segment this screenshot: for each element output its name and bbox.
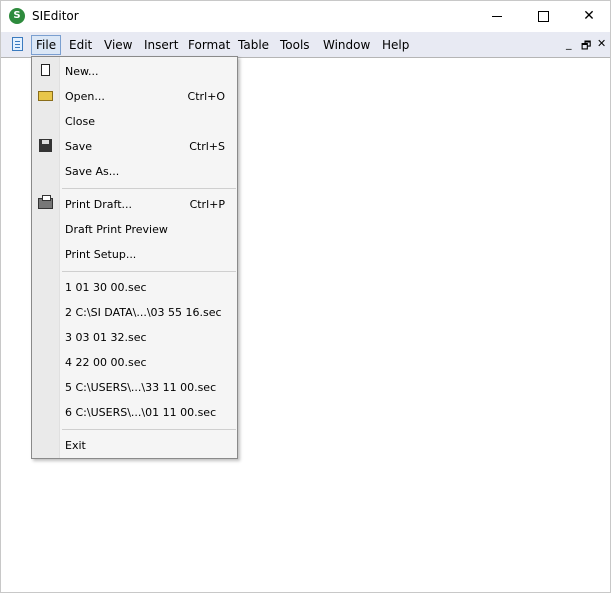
menu-item-label: Open... <box>65 90 105 103</box>
menu-table[interactable]: Table <box>234 35 273 55</box>
menu-item-label: Close <box>65 115 95 128</box>
app-logo-icon: S <box>9 8 25 24</box>
mdi-minimize-icon[interactable]: _ <box>566 37 572 50</box>
document-icon[interactable] <box>12 37 23 51</box>
menu-item-print-draft[interactable]: Print Draft... Ctrl+P <box>32 192 237 217</box>
menu-item-recent-file-2[interactable]: 2 C:\SI DATA\...\03 55 16.sec <box>32 300 237 325</box>
menu-item-recent-file-5[interactable]: 5 C:\USERS\...\33 11 00.sec <box>32 375 237 400</box>
menu-item-label: Save <box>65 140 93 153</box>
close-button[interactable]: ✕ <box>566 1 611 31</box>
title-bar[interactable]: S SIEditor ✕ <box>1 1 610 31</box>
menu-item-print-setup[interactable]: Print Setup... <box>32 242 237 267</box>
save-disk-icon <box>39 139 52 152</box>
menu-item-recent-file-6[interactable]: 6 C:\USERS\...\01 11 00.sec <box>32 400 237 425</box>
app-window: S SIEditor ✕ File Edit View Insert Forma… <box>0 0 611 593</box>
new-document-icon <box>41 64 50 76</box>
menu-item-save-as[interactable]: Save As... <box>32 159 237 184</box>
menu-tools[interactable]: Tools <box>276 35 314 55</box>
menu-item-label: 2 C:\SI DATA\...\03 55 16.sec <box>65 306 222 319</box>
maximize-button[interactable] <box>520 1 566 31</box>
menu-item-label: 3 03 01 32.sec <box>65 331 147 344</box>
menu-separator <box>62 188 236 189</box>
menu-item-label: New... <box>65 65 99 78</box>
menu-item-label: 5 C:\USERS\...\33 11 00.sec <box>65 381 217 394</box>
menu-window[interactable]: Window <box>319 35 374 55</box>
minimize-button[interactable] <box>474 1 520 31</box>
mdi-restore-icon[interactable]: 🗗 <box>581 37 591 56</box>
menu-item-save[interactable]: Save Ctrl+S <box>32 134 237 159</box>
menu-item-close[interactable]: Close <box>32 109 237 134</box>
menu-item-new[interactable]: New... <box>32 59 237 84</box>
menu-item-exit[interactable]: Exit <box>32 433 237 458</box>
menu-edit[interactable]: Edit <box>65 35 96 55</box>
menu-item-label: Exit <box>65 439 86 452</box>
maximize-icon <box>537 10 549 22</box>
menu-format[interactable]: Format <box>184 35 234 55</box>
menu-item-label: Print Draft... <box>65 198 133 211</box>
menu-item-open[interactable]: Open... Ctrl+O <box>32 84 237 109</box>
menu-item-label: Draft Print Preview <box>65 223 168 236</box>
menu-item-label: Print Setup... <box>65 248 137 261</box>
menu-separator <box>62 429 236 430</box>
menu-item-recent-file-4[interactable]: 4 22 00 00.sec <box>32 350 237 375</box>
menu-separator <box>62 271 236 272</box>
menu-item-recent-file-1[interactable]: 1 01 30 00.sec <box>32 275 237 300</box>
open-folder-icon <box>38 91 53 101</box>
file-menu-dropdown: New... Open... Ctrl+O Close Save Ctrl+S … <box>31 56 238 459</box>
menu-item-shortcut: Ctrl+O <box>187 90 225 103</box>
minimize-icon <box>492 15 502 17</box>
printer-icon <box>38 195 53 209</box>
close-icon: ✕ <box>583 8 595 24</box>
menu-file[interactable]: File <box>31 35 62 55</box>
mdi-close-icon[interactable]: ✕ <box>597 37 606 50</box>
menu-item-shortcut: Ctrl+S <box>189 140 225 153</box>
menu-item-label: Save As... <box>65 165 120 178</box>
menu-bar: File Edit View Insert Format Table Tools… <box>1 32 610 58</box>
menu-insert[interactable]: Insert <box>140 35 182 55</box>
window-title: SIEditor <box>32 9 79 23</box>
menu-help[interactable]: Help <box>378 35 413 55</box>
menu-item-draft-print-preview[interactable]: Draft Print Preview <box>32 217 237 242</box>
menu-item-label: 4 22 00 00.sec <box>65 356 147 369</box>
menu-item-label: 6 C:\USERS\...\01 11 00.sec <box>65 406 217 419</box>
menu-item-shortcut: Ctrl+P <box>189 198 225 211</box>
menu-item-label: 1 01 30 00.sec <box>65 281 147 294</box>
menu-item-recent-file-3[interactable]: 3 03 01 32.sec <box>32 325 237 350</box>
menu-view[interactable]: View <box>100 35 136 55</box>
